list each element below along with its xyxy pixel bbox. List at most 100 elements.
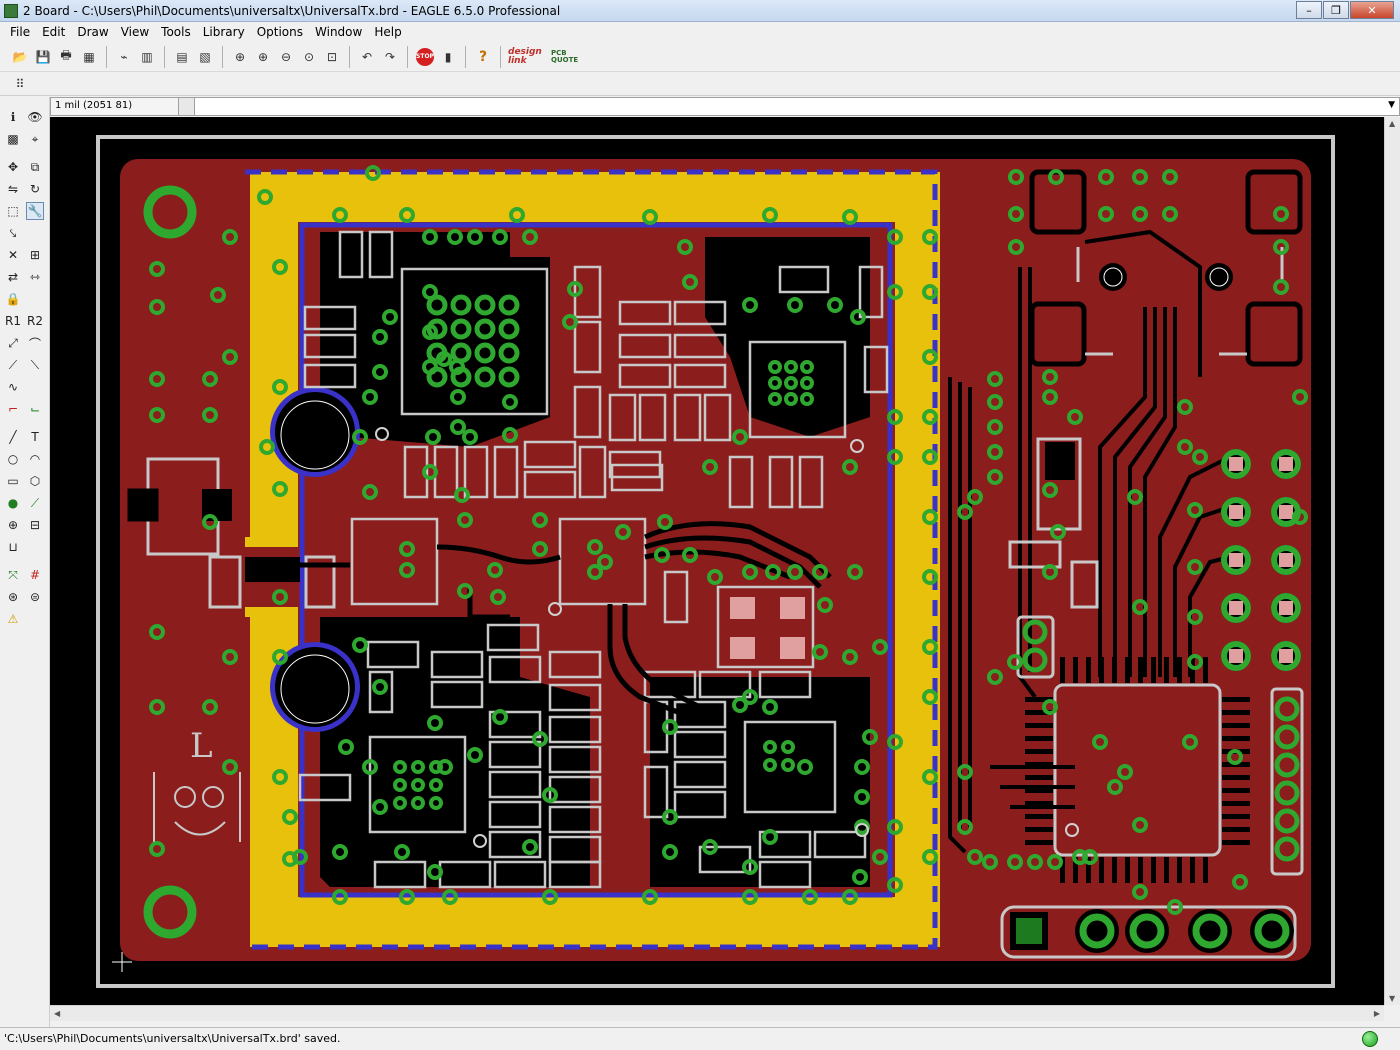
- grid-icon[interactable]: ⠿: [10, 74, 30, 94]
- stop-button[interactable]: STOP: [415, 47, 435, 67]
- arc-icon[interactable]: ◠: [26, 450, 44, 468]
- mcu-pin-right: [1222, 723, 1250, 728]
- smash-icon[interactable]: ⤢: [4, 334, 22, 352]
- pinswap-icon[interactable]: ⇿: [26, 268, 44, 286]
- replace-icon[interactable]: ⇄: [4, 268, 22, 286]
- show-icon[interactable]: 👁: [26, 108, 44, 126]
- text-icon[interactable]: T: [26, 428, 44, 446]
- maximize-button[interactable]: ❐: [1323, 1, 1349, 19]
- bottom-connector-pin1[interactable]: [1016, 918, 1042, 944]
- paste-icon[interactable]: ⤥: [4, 224, 22, 242]
- zoom-fit-icon[interactable]: ⊕: [230, 47, 250, 67]
- rf-trace-pad: [245, 557, 300, 582]
- menu-help[interactable]: Help: [368, 25, 407, 39]
- script-icon[interactable]: ⌁: [114, 47, 134, 67]
- scroll-up-icon[interactable]: ▲: [1389, 119, 1395, 128]
- open-icon[interactable]: 📂: [10, 47, 30, 67]
- route-icon[interactable]: ⌐: [4, 400, 22, 418]
- zoom-out-icon[interactable]: ⊖: [276, 47, 296, 67]
- pcb-quote-button[interactable]: PCB QUOTE: [551, 47, 591, 67]
- design-link-button[interactable]: design link: [508, 47, 548, 67]
- circle-icon[interactable]: ○: [4, 450, 22, 468]
- header-pad-core: [1279, 601, 1293, 615]
- group-icon[interactable]: ⬚: [4, 202, 22, 220]
- switch-hole-1: [1099, 263, 1127, 291]
- mcu-pin-right: [1222, 814, 1250, 819]
- autorouter-icon[interactable]: #: [26, 566, 44, 584]
- scroll-right-icon[interactable]: ▶: [1374, 1009, 1380, 1018]
- mcu-pin-right: [1222, 827, 1250, 832]
- lock-icon[interactable]: 🔒: [4, 290, 22, 308]
- mcu-pin-right: [1222, 788, 1250, 793]
- menu-draw[interactable]: Draw: [71, 25, 114, 39]
- ratsnest-icon[interactable]: ⤧: [4, 566, 22, 584]
- delete-icon[interactable]: ✕: [4, 246, 22, 264]
- ripup-icon[interactable]: ⌙: [26, 400, 44, 418]
- command-line-input[interactable]: [197, 98, 1377, 115]
- miter-icon[interactable]: ⌒: [26, 334, 44, 352]
- menu-tools[interactable]: Tools: [155, 25, 197, 39]
- split-icon[interactable]: ⟋: [4, 356, 22, 374]
- redo-icon[interactable]: ↷: [380, 47, 400, 67]
- dimension-icon[interactable]: ⊔: [4, 538, 22, 556]
- menu-options[interactable]: Options: [251, 25, 309, 39]
- chevron-down-icon[interactable]: ▼: [1388, 100, 1395, 110]
- rect-icon[interactable]: ▭: [4, 472, 22, 490]
- cam-icon[interactable]: ▦: [79, 47, 99, 67]
- name-icon[interactable]: R1: [4, 312, 22, 330]
- horizontal-scrollbar[interactable]: ◀ ▶: [50, 1005, 1384, 1021]
- command-row: 1 mil (2051 81) ▼: [50, 97, 1400, 116]
- info-icon[interactable]: ℹ: [4, 108, 22, 126]
- errors-icon[interactable]: ⊜: [26, 588, 44, 606]
- menu-library[interactable]: Library: [197, 25, 251, 39]
- change-icon[interactable]: 🔧: [26, 202, 44, 220]
- wire-icon[interactable]: ╱: [4, 428, 22, 446]
- move-icon[interactable]: ✥: [4, 158, 22, 176]
- copy-icon[interactable]: ⧉: [26, 158, 44, 176]
- optimize-icon[interactable]: ⟍: [26, 356, 44, 374]
- mcu-pin-bottom: [1164, 857, 1169, 883]
- script-run-icon[interactable]: ▤: [172, 47, 192, 67]
- signal-icon[interactable]: ⟋: [26, 494, 44, 512]
- menu-window[interactable]: Window: [309, 25, 368, 39]
- status-led-icon: [1362, 1031, 1378, 1047]
- menu-view[interactable]: View: [115, 25, 155, 39]
- display-icon[interactable]: ▩: [4, 130, 22, 148]
- mcu-pin-right: [1222, 736, 1250, 741]
- undo-icon[interactable]: ↶: [357, 47, 377, 67]
- help-button[interactable]: ?: [473, 47, 493, 67]
- mark-icon[interactable]: ⌖: [26, 130, 44, 148]
- erc-warning-icon[interactable]: ⚠: [4, 610, 22, 628]
- menu-file[interactable]: File: [4, 25, 36, 39]
- hole-icon[interactable]: ⊕: [4, 516, 22, 534]
- rotate-icon[interactable]: ↻: [26, 180, 44, 198]
- mirror-icon[interactable]: ⇋: [4, 180, 22, 198]
- print-icon[interactable]: 🖶: [56, 47, 76, 67]
- drc-icon[interactable]: ⊛: [4, 588, 22, 606]
- mcu-pin-left: [1025, 775, 1053, 780]
- save-icon[interactable]: 💾: [33, 47, 53, 67]
- attribute-icon[interactable]: ⊟: [26, 516, 44, 534]
- zoom-select-icon[interactable]: ⊡: [322, 47, 342, 67]
- library-icon[interactable]: ▥: [137, 47, 157, 67]
- mcu-pin-top: [1151, 657, 1156, 683]
- close-button[interactable]: ✕: [1350, 1, 1394, 19]
- zoom-in-icon[interactable]: ⊕: [253, 47, 273, 67]
- meander-icon[interactable]: ∿: [4, 378, 22, 396]
- polygon-icon[interactable]: ⬡: [26, 472, 44, 490]
- redraw-icon[interactable]: ⊙: [299, 47, 319, 67]
- board-canvas[interactable]: L: [50, 117, 1384, 1005]
- vertical-scrollbar[interactable]: ▲ ▼: [1384, 117, 1400, 1005]
- pcb-layout[interactable]: L: [50, 117, 1384, 1005]
- via-icon[interactable]: ●: [4, 494, 22, 512]
- mcu-pin-bottom: [1138, 857, 1143, 883]
- scroll-left-icon[interactable]: ◀: [54, 1009, 60, 1018]
- coordinate-button[interactable]: [179, 98, 195, 115]
- minimize-button[interactable]: –: [1296, 1, 1322, 19]
- value-icon[interactable]: R2: [26, 312, 44, 330]
- go-icon[interactable]: ▮: [438, 47, 458, 67]
- menu-edit[interactable]: Edit: [36, 25, 71, 39]
- add-icon[interactable]: ⊞: [26, 246, 44, 264]
- scroll-down-icon[interactable]: ▼: [1389, 994, 1395, 1003]
- ulp-run-icon[interactable]: ▧: [195, 47, 215, 67]
